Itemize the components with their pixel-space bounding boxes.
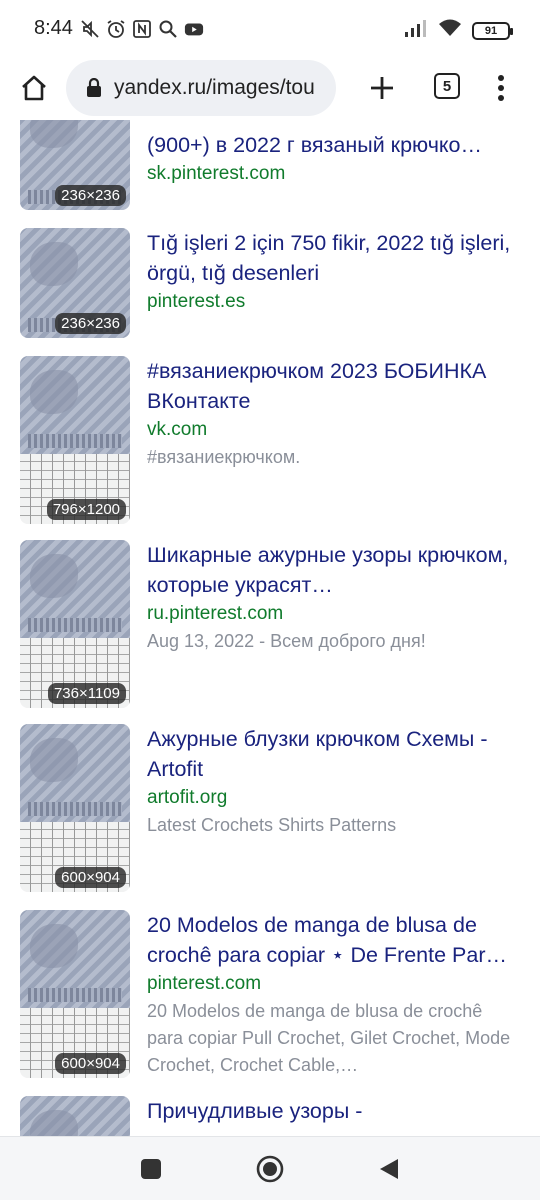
result-title[interactable]: 20 Modelos de manga de blusa de crochê p… xyxy=(147,910,522,970)
result-item[interactable]: Причудливые узоры - xyxy=(0,1096,540,1136)
status-bar: 8:44 91 xyxy=(0,0,540,60)
new-tab-button[interactable] xyxy=(362,68,402,108)
system-icons: 91 xyxy=(404,19,513,42)
result-thumbnail[interactable]: 236×236 xyxy=(20,228,130,338)
battery-icon: 91 xyxy=(472,21,513,40)
result-title[interactable]: Шикарные ажурные узоры крючком, которые … xyxy=(147,540,522,600)
result-thumbnail[interactable]: 236×236 xyxy=(20,120,130,210)
back-button[interactable] xyxy=(369,1149,409,1189)
alarm-icon xyxy=(106,18,126,40)
nfc-icon xyxy=(132,18,152,40)
result-source[interactable]: artofit.org xyxy=(147,784,522,812)
home-icon xyxy=(22,75,46,101)
result-snippet: #вязаниекрючком. xyxy=(147,447,301,467)
result-item[interactable]: 736×1109 Шикарные ажурные узоры крючком,… xyxy=(0,540,540,708)
result-title[interactable]: Ажурные блузки крючком Схемы - Artofit xyxy=(147,724,522,784)
image-size-badge: 796×1200 xyxy=(46,499,126,520)
result-title[interactable]: Tığ işleri 2 için 750 fikir, 2022 tığ iş… xyxy=(147,228,522,288)
result-item[interactable]: 236×236 (900+) в 2022 г вязаный крючко… … xyxy=(0,120,540,210)
back-triangle-icon xyxy=(380,1159,398,1179)
image-size-badge: 236×236 xyxy=(55,313,126,334)
image-size-badge: 600×904 xyxy=(55,867,126,888)
result-source[interactable]: pinterest.es xyxy=(147,288,522,316)
tabs-button[interactable]: 5 xyxy=(434,73,460,99)
result-item[interactable]: 796×1200 #вязаниекрючком 2023 БОБИНКА ВК… xyxy=(0,356,540,524)
result-thumbnail[interactable]: 736×1109 xyxy=(20,540,130,708)
url-bar[interactable]: yandex.ru/images/tou xyxy=(66,60,336,116)
result-thumbnail[interactable]: 796×1200 xyxy=(20,356,130,524)
search-icon xyxy=(158,18,178,40)
tab-count: 5 xyxy=(442,77,452,95)
result-item[interactable]: 600×904 20 Modelos de manga de blusa de … xyxy=(0,910,540,1078)
result-title[interactable]: (900+) в 2022 г вязаный крючко… xyxy=(147,130,522,160)
result-thumbnail[interactable]: 600×904 xyxy=(20,910,130,1078)
result-thumbnail[interactable] xyxy=(20,1096,130,1136)
result-snippet: Latest Crochets Shirts Patterns xyxy=(147,815,397,835)
result-source[interactable]: vk.com xyxy=(147,416,522,444)
youtube-icon xyxy=(184,18,204,40)
result-title[interactable]: Причудливые узоры - xyxy=(147,1096,522,1126)
menu-button[interactable] xyxy=(488,68,514,108)
result-snippet: Aug 13, 2022 - Всем доброго дня! xyxy=(147,631,426,651)
result-thumbnail[interactable]: 600×904 xyxy=(20,724,130,892)
system-nav-bar xyxy=(0,1136,540,1200)
image-size-badge: 236×236 xyxy=(55,185,126,206)
result-item[interactable]: 236×236 Tığ işleri 2 için 750 fikir, 202… xyxy=(0,228,540,338)
result-item[interactable]: 600×904 Ажурные блузки крючком Схемы - A… xyxy=(0,724,540,892)
notification-icons xyxy=(80,18,204,40)
battery-level: 91 xyxy=(484,24,498,37)
mute-icon xyxy=(80,18,100,40)
lock-icon xyxy=(87,78,101,97)
more-vert-icon xyxy=(498,75,504,101)
browser-toolbar: yandex.ru/images/tou 5 xyxy=(0,56,540,120)
result-source[interactable]: pinterest.com xyxy=(147,970,522,998)
recents-button[interactable] xyxy=(131,1149,171,1189)
image-size-badge: 600×904 xyxy=(55,1053,126,1074)
result-source[interactable]: sk.pinterest.com xyxy=(147,160,522,188)
home-button[interactable] xyxy=(14,68,54,108)
image-size-badge: 736×1109 xyxy=(47,683,126,704)
result-snippet: 20 Modelos de manga de blusa de crochê p… xyxy=(147,1001,511,1075)
home-nav-button[interactable] xyxy=(250,1149,290,1189)
result-source[interactable]: ru.pinterest.com xyxy=(147,600,522,628)
wifi-icon xyxy=(438,19,462,42)
url-text[interactable]: yandex.ru/images/tou xyxy=(114,76,315,100)
result-title[interactable]: #вязаниекрючком 2023 БОБИНКА ВКонтакте xyxy=(147,356,522,416)
home-circle-icon xyxy=(256,1155,284,1183)
signal-icon xyxy=(404,19,428,42)
results-list: 236×236 (900+) в 2022 г вязаный крючко… … xyxy=(0,120,540,1136)
recents-square-icon xyxy=(141,1159,161,1179)
plus-icon xyxy=(371,77,393,99)
status-time: 8:44 xyxy=(34,17,73,39)
